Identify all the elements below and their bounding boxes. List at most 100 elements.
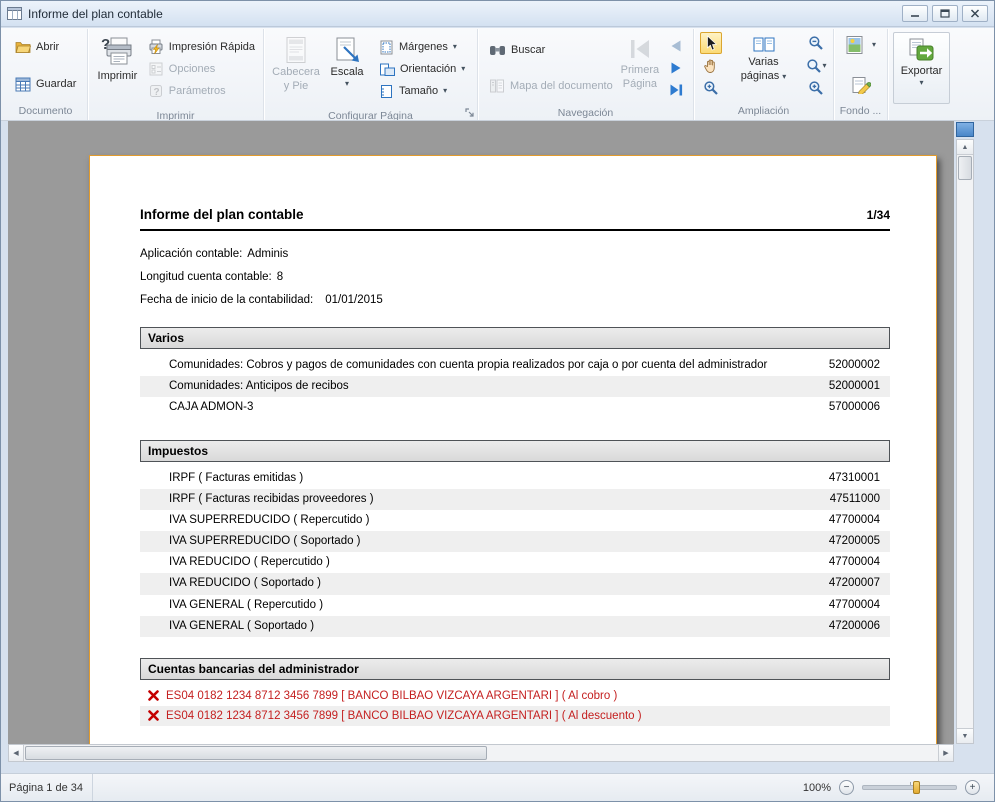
ribbon-group-ampliacion: Varias páginas ▾ ▾ Ampliación: [694, 29, 834, 120]
report-page-indicator: 1/34: [867, 208, 890, 222]
paper-size-icon: [379, 84, 394, 99]
primera-pagina-button: Primera Página: [617, 32, 663, 106]
account-row: IVA SUPERREDUCIDO ( Repercutido )4770000…: [140, 510, 890, 531]
opciones-label: Opciones: [169, 63, 215, 75]
ribbon-group-navegacion: Buscar Mapa del documento Primera Página: [478, 29, 694, 120]
puntero-tool-button[interactable]: [700, 32, 722, 54]
margenes-button[interactable]: Márgenes ▾: [375, 36, 469, 58]
zoom-button[interactable]: ▾: [805, 55, 827, 77]
parameters-icon: ?: [148, 83, 164, 99]
zoom-controls: 100% − +: [803, 780, 994, 795]
guardar-button[interactable]: Guardar: [11, 73, 83, 95]
meta-line: Fecha de inicio de la contabilidad:01/01…: [140, 294, 890, 306]
pagina-anterior-button: [665, 35, 687, 57]
titlebar[interactable]: Informe del plan contable: [1, 1, 994, 27]
maximize-button[interactable]: [932, 5, 958, 22]
escala-button[interactable]: Escala ▾: [323, 32, 371, 109]
report-section-impuestos: Impuestos IRPF ( Facturas emitidas )4731…: [140, 440, 890, 637]
dialog-launcher-icon[interactable]: [465, 108, 475, 118]
save-icon: [15, 77, 31, 92]
zoom-out-button[interactable]: −: [839, 780, 854, 795]
scroll-right-button[interactable]: ▶: [938, 745, 953, 761]
editar-fondo-button[interactable]: [847, 74, 875, 96]
reducir-zoom-button[interactable]: [805, 32, 827, 54]
orientacion-button[interactable]: Orientación ▾: [375, 58, 469, 80]
lupa-tool-button[interactable]: [700, 77, 722, 99]
buscar-button[interactable]: Buscar: [485, 39, 617, 61]
group-label-imprimir: Imprimir: [88, 109, 263, 120]
meta-value: Adminis: [247, 248, 288, 260]
ampliar-zoom-button[interactable]: [805, 77, 827, 99]
varias-paginas-button[interactable]: Varias páginas ▾: [736, 32, 792, 104]
scroll-left-button[interactable]: ◀: [9, 745, 24, 761]
guardar-label: Guardar: [36, 78, 76, 90]
parametros-label: Parámetros: [169, 85, 226, 97]
meta-value: 8: [277, 271, 283, 283]
report-section-varios: Varios Comunidades: Cobros y pagos de co…: [140, 327, 890, 419]
quick-print-icon: [148, 39, 164, 55]
horizontal-scrollbar[interactable]: ◀ ▶: [8, 744, 954, 762]
group-label-fondo: Fondo ...: [834, 104, 887, 120]
account-row: CAJA ADMON-357000006: [140, 397, 890, 418]
printer-question-icon: ?: [100, 36, 134, 68]
account-code: 47511000: [830, 492, 880, 507]
zoom-slider-thumb[interactable]: [913, 781, 920, 794]
impresion-rapida-button[interactable]: Impresión Rápida: [144, 36, 259, 58]
account-code: 47700004: [829, 555, 880, 570]
account-row: Comunidades: Cobros y pagos de comunidad…: [140, 355, 890, 376]
meta-label: Aplicación contable:: [140, 248, 242, 260]
zoom-in-button[interactable]: +: [965, 780, 980, 795]
section-header: Varios: [140, 327, 890, 349]
caret-down-icon: ▾: [453, 43, 457, 51]
section-rows: Comunidades: Cobros y pagos de comunidad…: [140, 355, 890, 419]
account-code: 47200007: [829, 576, 880, 591]
scroll-corner-button[interactable]: [956, 122, 974, 137]
tamano-button[interactable]: Tamaño ▾: [375, 80, 469, 102]
vertical-scroll-thumb[interactable]: [958, 156, 972, 180]
header-footer-icon: [283, 36, 309, 64]
page-info: Página 1 de 34: [1, 774, 93, 801]
cabecera-y-pie-label: Cabecera y Pie: [269, 66, 323, 94]
red-x-icon: [148, 690, 159, 701]
caret-down-icon: ▾: [823, 62, 827, 70]
ultima-pagina-button[interactable]: [665, 79, 687, 101]
ribbon-group-exportar: Exportar ▾: [888, 29, 954, 120]
report-title: Informe del plan contable: [140, 207, 304, 222]
group-label-navegacion: Navegación: [478, 106, 693, 120]
preview-area[interactable]: Informe del plan contable 1/34 Aplicació…: [8, 121, 954, 744]
previous-page-icon: [668, 39, 684, 53]
close-button[interactable]: [962, 5, 988, 22]
horizontal-scroll-thumb[interactable]: [25, 746, 487, 760]
window-controls: [902, 5, 988, 22]
orientacion-label: Orientación: [400, 63, 456, 75]
scroll-down-button[interactable]: ▼: [957, 728, 973, 743]
pagina-siguiente-button[interactable]: [665, 57, 687, 79]
abrir-button[interactable]: Abrir: [11, 36, 83, 58]
zoom-slider[interactable]: [862, 785, 957, 790]
first-page-icon: [627, 36, 653, 62]
exportar-button[interactable]: Exportar ▾: [893, 32, 950, 104]
margins-icon: [379, 40, 394, 55]
imprimir-button[interactable]: ? Imprimir: [93, 32, 142, 109]
report-header: Informe del plan contable 1/34: [140, 207, 890, 231]
statusbar: Página 1 de 34 100% − +: [1, 773, 994, 801]
mapa-del-documento-button: Mapa del documento: [485, 75, 617, 97]
mano-tool-button[interactable]: [700, 55, 722, 77]
account-row: IVA REDUCIDO ( Repercutido )47700004: [140, 552, 890, 573]
section-rows: ES04 0182 1234 8712 3456 7899 [ BANCO BI…: [140, 686, 890, 726]
vertical-scrollbar[interactable]: ▲ ▼: [956, 139, 974, 744]
export-icon: [908, 37, 936, 63]
zoom-out-icon: [808, 35, 824, 51]
account-row: IVA REDUCIDO ( Soportado )47200007: [140, 573, 890, 594]
meta-line: Longitud cuenta contable:8: [140, 271, 890, 283]
scroll-up-button[interactable]: ▲: [957, 140, 973, 155]
group-label-documento: Documento: [4, 104, 87, 120]
report-page: Informe del plan contable 1/34 Aplicació…: [89, 155, 937, 744]
account-code: 47200006: [829, 619, 880, 634]
fondo-pagina-button[interactable]: ▾: [841, 34, 880, 56]
imprimir-label: Imprimir: [98, 70, 138, 82]
document-map-icon: [489, 78, 505, 94]
minimize-button[interactable]: [902, 5, 928, 22]
section-header: Impuestos: [140, 440, 890, 462]
caret-down-icon: ▾: [782, 72, 786, 81]
